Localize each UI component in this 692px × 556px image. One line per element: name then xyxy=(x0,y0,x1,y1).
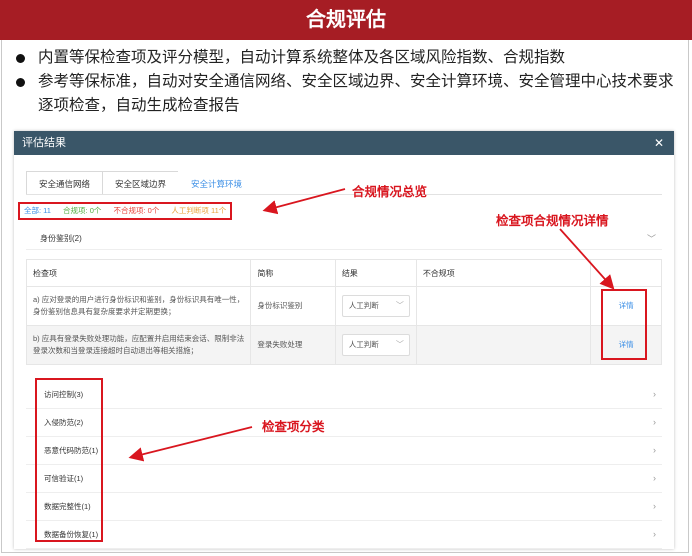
slide-title: 合规评估 xyxy=(0,0,692,40)
summary-compliant[interactable]: 合规项: 0个 xyxy=(63,206,101,215)
category-access-control[interactable]: 访问控制(3) › xyxy=(26,381,662,409)
summary-all[interactable]: 全部: 11 xyxy=(24,206,51,215)
bullet-list: 内置等保检查项及评分模型，自动计算系统整体及各区域风险指数、合规指数 参考等保标… xyxy=(12,46,687,118)
check-item-short: 身份标识鉴别 xyxy=(250,286,336,326)
detail-link[interactable]: 详情 xyxy=(619,340,634,349)
category-trusted-verification[interactable]: 可信验证(1) › xyxy=(26,465,662,493)
chevron-right-icon: › xyxy=(653,473,656,483)
check-item-short: 登录失败处理 xyxy=(250,325,336,365)
category-data-backup[interactable]: 数据备份恢复(1) › xyxy=(26,521,662,549)
summary-noncompliant[interactable]: 不合规项: 0个 xyxy=(113,206,159,215)
bullet-dot-icon xyxy=(16,78,25,87)
detail-link[interactable]: 详情 xyxy=(619,301,634,310)
annotation-categories: 检查项分类 xyxy=(262,420,325,434)
result-select[interactable]: 人工判断 ﹀ xyxy=(341,334,410,356)
category-label: 访问控制(3) xyxy=(44,390,84,399)
bullet-item: 内置等保检查项及评分模型，自动计算系统整体及各区域风险指数、合规指数 xyxy=(12,46,687,70)
check-item-text: b) 应具有登录失败处理功能，应配置并启用结束会话、限制非法登录次数和当登录连接… xyxy=(25,325,252,365)
category-label: 可信验证(1) xyxy=(44,474,84,483)
result-select-value: 人工判断 xyxy=(348,340,379,349)
result-cell: 人工判断 ﹀ xyxy=(334,286,417,326)
bullet-dot-icon xyxy=(16,54,25,63)
check-item-text: a) 应对登录的用户进行身份标识和鉴别，身份标识具有唯一性，身份鉴别信息具有复杂… xyxy=(25,286,252,326)
column-header: 简称 xyxy=(250,259,336,287)
chevron-right-icon: › xyxy=(653,529,656,539)
result-cell: 人工判断 ﹀ xyxy=(334,325,417,365)
chevron-right-icon: › xyxy=(653,445,656,455)
dialog-header: 评估结果 ✕ xyxy=(14,131,674,155)
column-header-action xyxy=(590,259,662,287)
evaluation-result-dialog: 评估结果 ✕ 安全通信网络 安全区域边界 安全计算环境 全部: 11 合规项: … xyxy=(14,131,674,549)
check-items-table: 检查项 简称 结果 不合规项 a) 应对登录的用户进行身份标识和鉴别，身份标识具… xyxy=(25,259,662,365)
annotation-details: 检查项合规情况详情 xyxy=(496,214,609,228)
category-label: 数据完整性(1) xyxy=(44,502,91,511)
result-select[interactable]: 人工判断 ﹀ xyxy=(341,295,410,317)
table-header-row: 检查项 简称 结果 不合规项 xyxy=(25,259,662,287)
chevron-down-icon: ﹀ xyxy=(395,340,404,349)
category-data-integrity[interactable]: 数据完整性(1) › xyxy=(26,493,662,521)
column-header: 结果 xyxy=(334,259,417,287)
category-label: 恶意代码防范(1) xyxy=(44,446,99,455)
tab-secure-computing[interactable]: 安全计算环境 xyxy=(178,171,256,195)
column-header: 不合规项 xyxy=(415,259,592,287)
annotation-summary: 合规情况总览 xyxy=(352,185,428,199)
category-label: 入侵防范(2) xyxy=(44,418,84,427)
bullet-text: 参考等保标准，自动对安全通信网络、安全区域边界、安全计算环境、安全管理中心技术要… xyxy=(38,73,674,114)
table-row: b) 应具有登录失败处理功能，应配置并启用结束会话、限制非法登录次数和当登录连接… xyxy=(25,325,662,365)
noncompliant-cell xyxy=(415,325,592,365)
noncompliant-cell xyxy=(415,286,592,326)
table-row: a) 应对登录的用户进行身份标识和鉴别，身份标识具有唯一性，身份鉴别信息具有复杂… xyxy=(25,286,662,326)
bullet-text: 内置等保检查项及评分模型，自动计算系统整体及各区域风险指数、合规指数 xyxy=(38,49,566,66)
action-cell: 详情 xyxy=(590,325,662,365)
group-label: 身份鉴别(2) xyxy=(40,234,82,243)
summary-manual[interactable]: 人工判断项 11个 xyxy=(171,206,226,215)
bullet-item: 参考等保标准，自动对安全通信网络、安全区域边界、安全计算环境、安全管理中心技术要… xyxy=(12,70,687,118)
tab-bar: 安全通信网络 安全区域边界 安全计算环境 xyxy=(26,171,256,195)
category-label: 数据备份恢复(1) xyxy=(44,530,99,539)
chevron-down-icon: ﹀ xyxy=(395,301,404,310)
close-icon[interactable]: ✕ xyxy=(654,131,664,155)
category-list: 访问控制(3) › 入侵防范(2) › 恶意代码防范(1) › 可信验证(1) › 数据… xyxy=(26,381,662,549)
chevron-right-icon: › xyxy=(653,389,656,399)
tabs-divider xyxy=(26,194,662,195)
category-intrusion-prevention[interactable]: 入侵防范(2) › xyxy=(26,409,662,437)
chevron-right-icon: › xyxy=(653,501,656,511)
compliance-summary: 全部: 11 合规项: 0个 不合规项: 0个 人工判断项 11个 xyxy=(18,202,233,220)
chevron-right-icon: › xyxy=(653,417,656,427)
chevron-down-icon: ﹀ xyxy=(646,234,656,244)
column-header: 检查项 xyxy=(25,259,252,287)
action-cell: 详情 xyxy=(590,286,662,326)
tab-secure-boundary[interactable]: 安全区域边界 xyxy=(102,171,180,195)
category-malware-prevention[interactable]: 恶意代码防范(1) › xyxy=(26,437,662,465)
dialog-title: 评估结果 xyxy=(22,137,66,149)
tab-secure-network[interactable]: 安全通信网络 xyxy=(26,171,104,195)
group-identity-auth[interactable]: 身份鉴别(2) ﹀ xyxy=(26,229,662,250)
result-select-value: 人工判断 xyxy=(348,301,379,310)
